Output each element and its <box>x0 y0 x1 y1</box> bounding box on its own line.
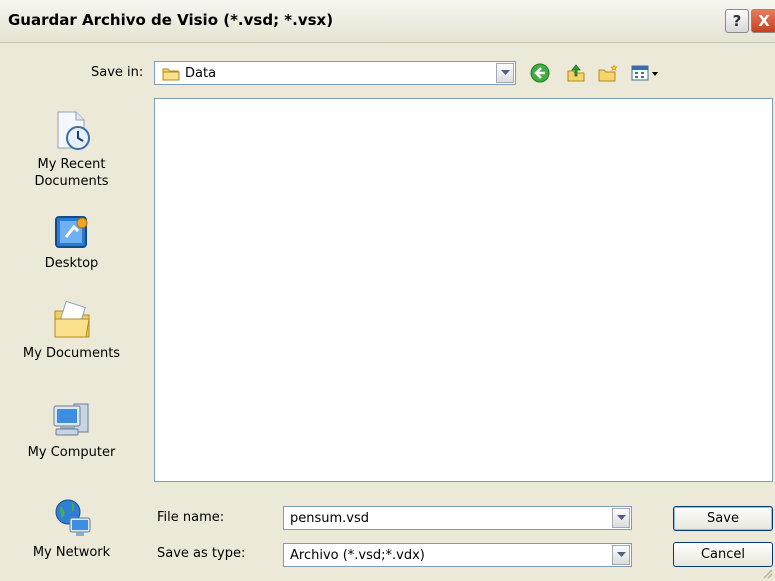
save-as-type-value: Archivo (*.vsd;*.vdx) <box>290 548 425 563</box>
recent-documents-icon <box>57 111 90 150</box>
file-name-field[interactable]: pensum.vsd <box>283 506 632 530</box>
place-label: My Network <box>32 545 111 560</box>
save-as-type-dropdown[interactable]: Archivo (*.vsd;*.vdx) <box>283 543 632 567</box>
close-icon: X <box>758 12 770 30</box>
place-my-computer[interactable]: My Computer <box>0 400 143 461</box>
place-label: My Documents <box>22 346 121 361</box>
desktop-icon <box>54 216 87 248</box>
file-name-label: File name: <box>157 510 225 525</box>
my-network-icon <box>55 499 90 536</box>
save-as-type-label: Save as type: <box>157 546 246 561</box>
place-label: Desktop <box>44 256 99 271</box>
help-button[interactable]: ? <box>725 9 749 33</box>
views-menu-icon[interactable] <box>629 61 663 85</box>
cancel-button[interactable]: Cancel <box>673 542 773 567</box>
close-button[interactable]: X <box>751 9 775 33</box>
places-bar: My Recent Documents Desktop My Documents… <box>0 98 143 581</box>
my-computer-icon <box>53 403 88 436</box>
place-label: Documents <box>34 174 109 189</box>
file-name-value: pensum.vsd <box>290 511 370 526</box>
save-in-label: Save in: <box>91 65 144 80</box>
save-in-value: Data <box>185 66 217 81</box>
chevron-down-icon[interactable] <box>496 63 514 83</box>
title-bar: Guardar Archivo de Visio (*.vsd; *.vsx) … <box>0 0 775 43</box>
save-button[interactable]: Save <box>673 506 773 531</box>
new-folder-icon[interactable] <box>597 61 619 85</box>
window-title: Guardar Archivo de Visio (*.vsd; *.vsx) <box>8 11 334 29</box>
place-label: My Computer <box>27 445 116 460</box>
up-folder-icon[interactable] <box>565 61 587 85</box>
resize-grip-icon[interactable] <box>761 567 773 579</box>
my-documents-icon <box>54 301 90 338</box>
save-in-dropdown[interactable]: Data <box>154 61 516 85</box>
help-label: ? <box>732 12 742 30</box>
chevron-down-icon[interactable] <box>612 545 630 565</box>
place-my-network[interactable]: My Network <box>0 498 143 561</box>
place-desktop[interactable]: Desktop <box>0 213 143 272</box>
back-icon[interactable] <box>529 61 551 85</box>
place-recent-documents[interactable]: My Recent Documents <box>0 110 143 190</box>
place-my-documents[interactable]: My Documents <box>0 301 143 362</box>
file-list[interactable] <box>154 98 773 482</box>
place-label: My Recent <box>37 157 106 172</box>
chevron-down-icon[interactable] <box>612 508 630 528</box>
folder-icon <box>162 68 180 81</box>
